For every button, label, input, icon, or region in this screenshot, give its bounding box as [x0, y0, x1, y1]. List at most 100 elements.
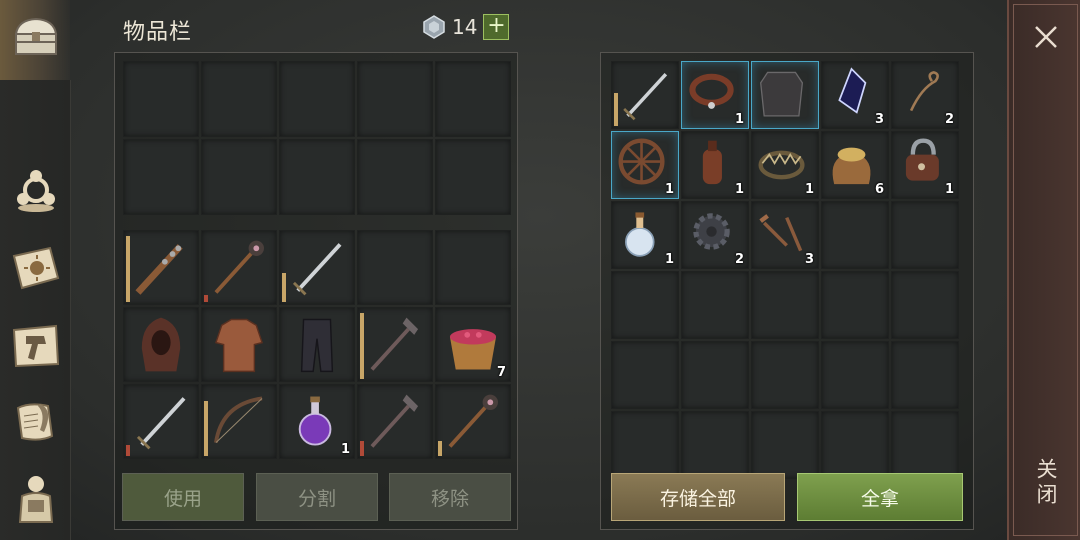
inventory-slot-empty[interactable] — [357, 230, 433, 305]
item-count: 7 — [496, 365, 506, 380]
close-icon[interactable] — [1031, 22, 1061, 52]
durability-bar — [126, 445, 130, 456]
crafting-hammer-icon[interactable] — [8, 318, 64, 374]
equip-slot[interactable] — [201, 61, 277, 137]
container-slot-chainmail[interactable] — [751, 61, 819, 129]
container-slot-empty[interactable] — [681, 271, 749, 339]
inventory-slot-empty[interactable] — [435, 230, 511, 305]
item-count: 1 — [734, 182, 744, 197]
inventory-slot-bow[interactable] — [201, 384, 277, 459]
sword-icon — [292, 243, 342, 296]
container-slot-padlock[interactable]: 1 — [891, 131, 959, 199]
durability-bar — [614, 93, 618, 126]
remove-button[interactable]: 移除 — [389, 473, 511, 521]
container-slot-empty[interactable] — [891, 341, 959, 409]
container-slot-empty[interactable] — [751, 271, 819, 339]
chainmail-icon — [760, 71, 804, 117]
item-count: 1 — [734, 112, 744, 127]
inventory-slot-padded-jacket[interactable] — [201, 307, 277, 382]
morning-star-icon — [214, 240, 264, 294]
bow-icon — [214, 396, 263, 443]
equip-slot[interactable] — [123, 139, 199, 215]
equip-slot[interactable] — [123, 61, 199, 137]
container-slot-leather-bottle[interactable]: 1 — [681, 131, 749, 199]
spear-mace-icon — [370, 317, 419, 371]
split-button[interactable]: 分割 — [256, 473, 378, 521]
container-slot-empty[interactable] — [751, 341, 819, 409]
durability-bar — [204, 294, 208, 302]
container-slot-wheel[interactable]: 1 — [611, 131, 679, 199]
container-slot-empty[interactable] — [611, 411, 679, 479]
close-panel[interactable]: 关闭 — [1007, 0, 1080, 540]
clan-icon[interactable] — [8, 162, 64, 218]
chest-icon[interactable] — [8, 10, 64, 66]
scroll-quill-icon[interactable] — [8, 394, 64, 450]
inventory-slot-sword[interactable] — [279, 230, 355, 305]
equip-slot[interactable] — [435, 61, 511, 137]
inventory-slot-morning-star[interactable] — [435, 384, 511, 459]
gem-icon — [423, 15, 445, 39]
durability-bar — [126, 236, 130, 302]
container-slot-empty[interactable] — [821, 201, 889, 269]
container-slot-sword[interactable] — [611, 61, 679, 129]
container-slot-empty[interactable] — [821, 271, 889, 339]
container-slot-empty[interactable] — [681, 411, 749, 479]
container-slot-empty[interactable] — [681, 341, 749, 409]
character-icon[interactable] — [8, 470, 64, 526]
inventory-slot-trousers[interactable] — [279, 307, 355, 382]
durability-bar — [438, 441, 442, 456]
item-count: 1 — [664, 252, 674, 267]
container-slot-bear-trap[interactable]: 1 — [751, 131, 819, 199]
equip-slot[interactable] — [279, 139, 355, 215]
container-item-grid: 13211161123 — [611, 61, 959, 479]
equip-slot[interactable] — [357, 61, 433, 137]
inventory-item-grid: 71 — [123, 230, 511, 459]
inventory-slot-morning-star[interactable] — [201, 230, 277, 305]
container-slot-nails[interactable]: 3 — [751, 201, 819, 269]
inventory-slot-spiked-club[interactable] — [123, 230, 199, 305]
container-slot-empty[interactable] — [891, 411, 959, 479]
item-count: 2 — [944, 112, 954, 127]
equip-slot[interactable] — [435, 139, 511, 215]
equip-slot[interactable] — [279, 61, 355, 137]
inventory-slot-sword[interactable] — [123, 384, 199, 459]
inventory-equip-grid — [123, 61, 511, 215]
container-slot-collar[interactable]: 1 — [681, 61, 749, 129]
container-slot-empty[interactable] — [611, 271, 679, 339]
spear-mace-icon — [370, 394, 419, 448]
morning-star-icon — [448, 394, 498, 448]
add-gems-button[interactable]: + — [483, 14, 510, 40]
container-slot-empty[interactable] — [821, 341, 889, 409]
durability-bar — [360, 313, 364, 379]
sword-icon — [623, 72, 668, 121]
item-count: 3 — [804, 252, 814, 267]
inventory-slot-hood[interactable] — [123, 307, 199, 382]
item-count: 1 — [944, 182, 954, 197]
sun-book-icon[interactable] — [8, 240, 64, 296]
inventory-slot-berry-bowl[interactable]: 7 — [435, 307, 511, 382]
container-slot-empty[interactable] — [821, 411, 889, 479]
container-slot-empty[interactable] — [891, 271, 959, 339]
durability-bar — [282, 272, 286, 302]
container-slot-honey-flask[interactable]: 1 — [611, 201, 679, 269]
container-slot-crystal[interactable]: 3 — [821, 61, 889, 129]
inventory-slot-spear-mace[interactable] — [357, 307, 433, 382]
take-all-button[interactable]: 全拿 — [797, 473, 963, 521]
use-button[interactable]: 使用 — [122, 473, 244, 521]
item-count: 1 — [804, 182, 814, 197]
durability-bar — [204, 401, 208, 456]
inventory-slot-spear-mace[interactable] — [357, 384, 433, 459]
inventory-slot-purple-potion[interactable]: 1 — [279, 384, 355, 459]
padded-jacket-icon — [215, 318, 263, 373]
container-slot-rope[interactable]: 2 — [891, 61, 959, 129]
item-count: 6 — [874, 182, 884, 197]
container-slot-gear[interactable]: 2 — [681, 201, 749, 269]
store-all-button[interactable]: 存储全部 — [611, 473, 785, 521]
container-slot-empty[interactable] — [891, 201, 959, 269]
equip-slot[interactable] — [201, 139, 277, 215]
container-slot-empty[interactable] — [751, 411, 819, 479]
container-slot-empty[interactable] — [611, 341, 679, 409]
equip-slot[interactable] — [357, 139, 433, 215]
container-slot-seed-sack[interactable]: 6 — [821, 131, 889, 199]
gem-count-value: 14 — [452, 15, 478, 39]
